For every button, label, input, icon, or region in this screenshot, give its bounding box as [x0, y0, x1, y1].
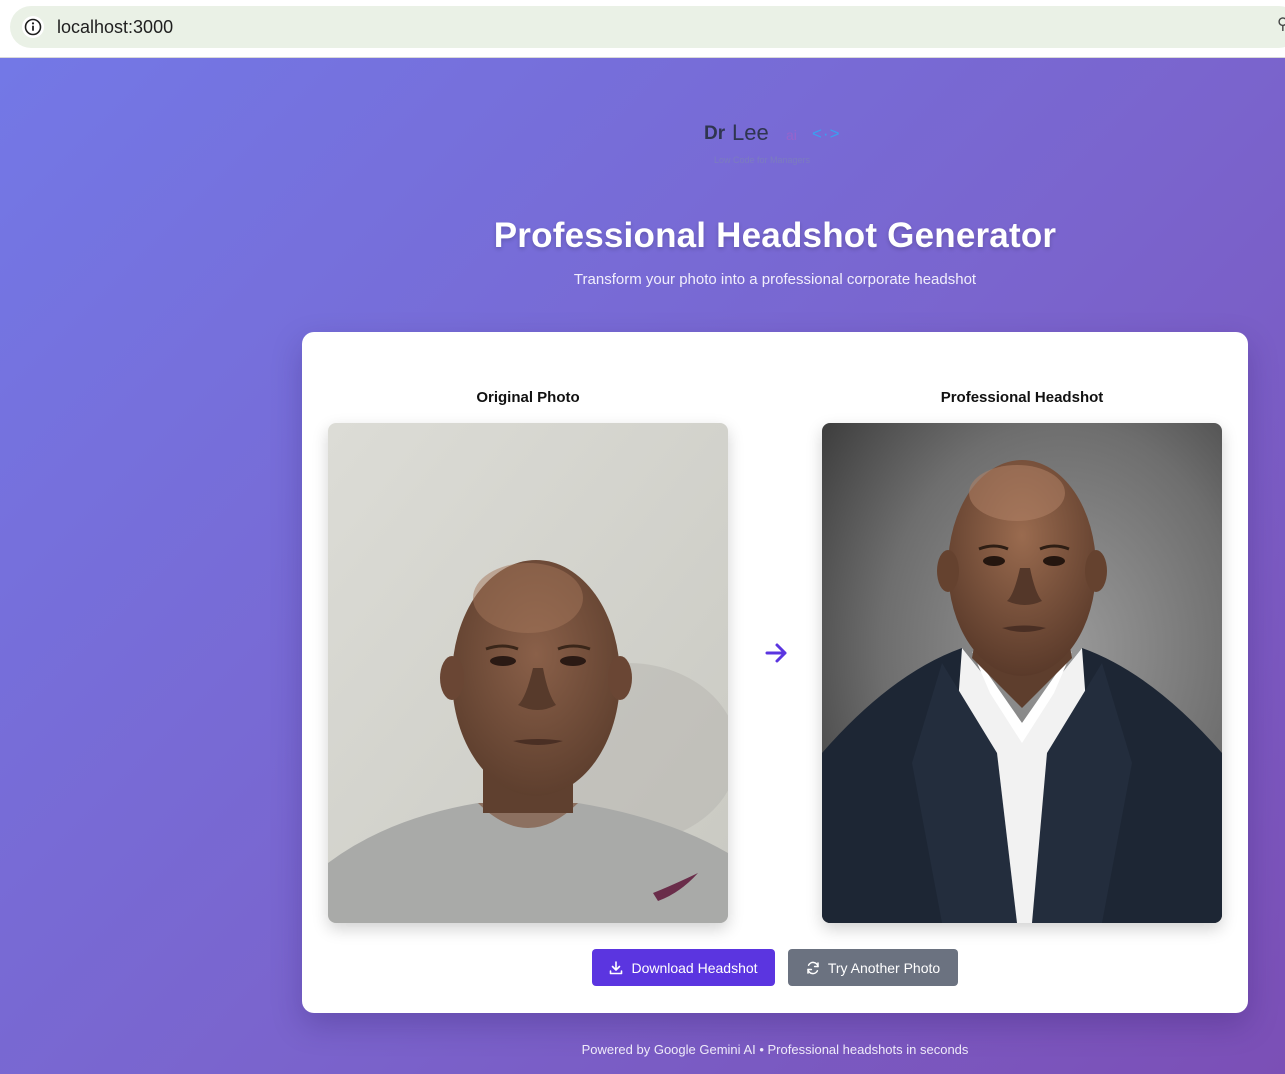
logo-tagline: Low Code for Managers	[714, 155, 811, 165]
result-card: Original Photo Professional Headshot Dow…	[302, 332, 1248, 1013]
browser-chrome: localhost:3000 ⚲	[0, 0, 1285, 58]
logo-lee: Lee	[732, 120, 769, 145]
page-subtitle: Transform your photo into a professional…	[573, 271, 977, 288]
download-icon	[609, 960, 623, 975]
page: Dr Lee ai <·> Low Code for Managers Prof…	[0, 58, 1285, 1074]
original-photo	[328, 423, 728, 923]
search-icon[interactable]: ⚲	[1277, 14, 1285, 34]
download-headshot-label: Download Headshot	[631, 959, 758, 976]
url-text[interactable]: localhost:3000	[57, 17, 173, 38]
logo-ai: ai	[786, 127, 797, 143]
headshot-label: Professional Headshot	[940, 389, 1104, 406]
page-title: Professional Headshot Generator	[493, 216, 1057, 255]
refresh-icon	[806, 961, 820, 975]
download-headshot-button[interactable]: Download Headshot	[592, 949, 775, 986]
arrow-right-icon	[764, 640, 790, 666]
professional-headshot-photo	[822, 423, 1222, 923]
footer-text: Powered by Google Gemini AI • Profession…	[581, 1042, 969, 1057]
original-photo-label: Original Photo	[476, 389, 580, 406]
code-brackets-icon: <·>	[812, 124, 841, 143]
address-bar[interactable]: localhost:3000	[10, 6, 1285, 48]
logo-dr: Dr	[704, 123, 726, 144]
try-another-photo-button[interactable]: Try Another Photo	[788, 949, 958, 986]
info-icon[interactable]	[22, 16, 44, 38]
brand-logo: Dr Lee ai <·> Low Code for Managers	[700, 118, 850, 174]
try-another-photo-label: Try Another Photo	[827, 959, 941, 976]
